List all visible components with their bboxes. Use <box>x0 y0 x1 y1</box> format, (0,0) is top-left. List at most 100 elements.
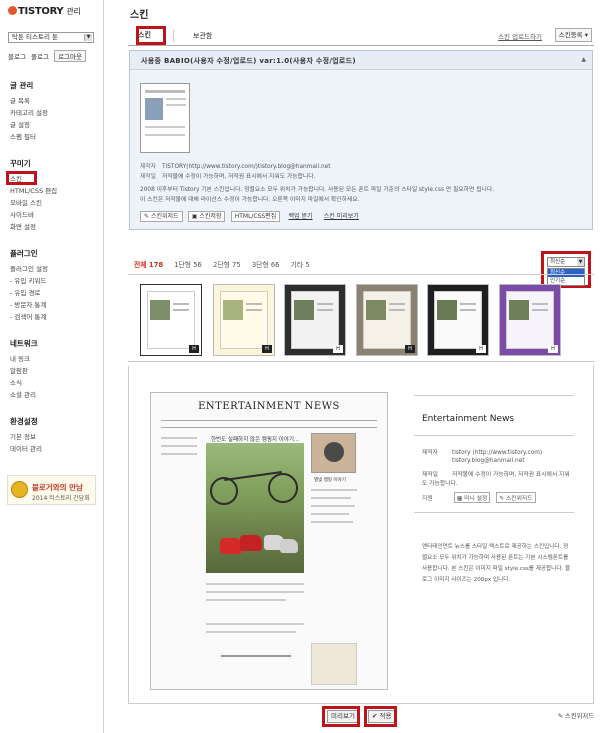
sidebar-item[interactable]: - 유입 경로 <box>10 287 48 299</box>
sidebar-item[interactable]: 소식 <box>10 377 38 389</box>
skin-preview-image: ENTERTAINMENT NEWS 한번도 실패하지 않은 캠핑지 이야기..… <box>150 392 388 690</box>
section-title: 플러그인 <box>10 249 38 258</box>
plog-link[interactable]: 플로그 <box>31 53 49 61</box>
sidebar-item[interactable]: 모바일 스킨 <box>10 197 57 209</box>
grid-icon: ▦ <box>456 496 463 502</box>
sidebar-item[interactable]: HTML/CSS 편집 <box>10 185 57 197</box>
preview-site-title: ENTERTAINMENT NEWS <box>198 401 340 412</box>
pencil-icon: ✎ <box>557 713 564 720</box>
sidebar: TISTORY 관리 탁툰 티스토리 툰 ▼ 블로그 플로그 로그아웃 글 관리 … <box>0 0 104 733</box>
skin-wizard-link[interactable]: ✎ 스킨위저드 <box>558 711 594 720</box>
creator-row: 제작자 TISTORY(http://www.tistory.com/)tisto… <box>140 164 331 170</box>
skin-tabs: 스킨 보관함 스킨 업로드하기 스킨등록 ▾ <box>128 28 594 46</box>
logout-button[interactable]: 로그아웃 <box>54 50 86 62</box>
sidebar-item[interactable]: 내 링크 <box>10 353 38 365</box>
detail-support: 지원 ▦ 미니 설정 ✎ 스킨위저드 <box>422 492 540 503</box>
event-banner[interactable]: 블로거와의 만남 2014 티스토리 간담회 <box>7 475 96 505</box>
html-badge-icon: H <box>189 345 199 353</box>
top-links: 블로그 플로그 로그아웃 <box>8 50 89 62</box>
sidebar-item[interactable]: 플러그인 설정 <box>10 263 48 275</box>
skin-preview-link[interactable]: 스킨 미리보기 <box>321 212 362 223</box>
filter-1col[interactable]: 1단형 56 <box>174 261 202 269</box>
sidebar-item[interactable]: 스팸 필터 <box>10 131 48 143</box>
skin-wizard-button[interactable]: ✎ 스킨위저드 <box>140 211 183 222</box>
sidebar-item[interactable]: - 유입 키워드 <box>10 275 48 287</box>
mini-wizard-button[interactable]: ✎ 스킨위저드 <box>496 492 536 503</box>
chevron-down-icon: ▾ <box>584 31 588 39</box>
skin-thumbnail[interactable]: H <box>499 284 561 356</box>
tab-highlight <box>136 26 166 45</box>
sidebar-item[interactable]: - 검색어 통계 <box>10 311 48 323</box>
skin-highlight <box>6 171 37 185</box>
skin-upload-link[interactable]: 스킨 업로드하기 <box>498 31 542 41</box>
blog-select[interactable]: 탁툰 티스토리 툰 ▼ <box>8 32 94 43</box>
tab-storage[interactable]: 보관함 <box>193 31 212 41</box>
skin-thumbnail[interactable]: H <box>427 284 489 356</box>
skin-save-button[interactable]: ▣ 스킨저장 <box>187 211 226 222</box>
preview-headline: 한번도 실패하지 않은 캠핑지 이야기... <box>211 437 300 443</box>
pencil-icon: ✎ <box>144 213 150 220</box>
preview-nav <box>161 420 377 428</box>
html-badge-icon: H <box>262 345 272 353</box>
preview-highlight <box>322 706 360 727</box>
skin-thumbnail[interactable]: H <box>284 284 346 356</box>
sidebar-item[interactable]: 데이터 관리 <box>10 443 42 455</box>
mini-setting-button[interactable]: ▦ 미니 설정 <box>453 492 491 503</box>
chevron-down-icon: ▼ <box>84 34 92 41</box>
preview-caption: 별빛 캠핑 이야기 <box>314 478 346 483</box>
blog-link[interactable]: 블로그 <box>8 53 26 61</box>
sidebar-section-plugins: 플러그인 플러그인 설정 - 유입 키워드 - 유입 경로 - 방문자 통계 -… <box>10 248 48 323</box>
sidebar-item[interactable]: - 방문자 통계 <box>10 299 48 311</box>
html-css-edit-button[interactable]: HTML/CSS편집 <box>230 211 281 222</box>
sort-select[interactable]: 최신순 ▼ <box>547 257 585 267</box>
detail-description: 엔터테인먼트 뉴스를 스타일 텍스트로 제공하는 스킨입니다. 정렬요소 모두 … <box>422 544 571 583</box>
skin-thumbnail[interactable]: H <box>140 284 202 356</box>
filter-etc[interactable]: 기타 5 <box>291 261 310 269</box>
sidebar-section-design: 꾸미기 스킨 HTML/CSS 편집 모바일 스킨 사이드바 화면 설정 <box>10 158 57 233</box>
section-title: 꾸미기 <box>10 159 31 168</box>
skin-description-2: 이 스킨은 저작물에 대해 라이선스 수정이 가능합니다. 오른쪽 이미지 파일… <box>140 197 360 203</box>
skin-description: 2008 이후부터 Tistory 기본 스킨입니다. 정렬요소 모두 위치가 … <box>140 187 495 193</box>
section-title: 글 관리 <box>10 81 34 90</box>
sidebar-item[interactable]: 기본 정보 <box>10 431 42 443</box>
skin-thumbnail[interactable]: H <box>356 284 418 356</box>
skin-filters: 전체 178 1단형 56 2단형 75 3단형 66 기타 5 <box>134 259 319 269</box>
apply-highlight <box>364 706 397 727</box>
detail-email: tistory.blog@hanmail.net <box>452 458 525 464</box>
sidebar-item[interactable]: 화면 설정 <box>10 221 57 233</box>
coin-icon <box>11 481 28 498</box>
preview-photo <box>206 443 304 573</box>
skin-name: Entertainment News <box>422 414 515 424</box>
sidebar-item[interactable]: 카테고리 설정 <box>10 107 48 119</box>
filter-3col[interactable]: 3단형 66 <box>252 261 280 269</box>
backup-link[interactable]: 백업 받기 <box>286 212 316 223</box>
skin-actions: ✎ 스킨위저드 ▣ 스킨저장 HTML/CSS편집 백업 받기 스킨 미리보기 <box>140 211 365 223</box>
sidebar-item[interactable]: 사이드바 <box>10 209 57 221</box>
page-title: 스킨 <box>130 10 149 21</box>
current-skin-header: 사용중 BABIO(사용자 수정/업로드) var:1.0(사용자 수정/업로드… <box>130 51 592 70</box>
tab-divider <box>173 30 174 42</box>
skin-thumbnail-list: H H H H H H <box>128 274 594 362</box>
current-skin-panel: 사용중 BABIO(사용자 수정/업로드) var:1.0(사용자 수정/업로드… <box>129 50 593 230</box>
current-skin-thumbnail <box>140 83 190 153</box>
sidebar-item[interactable]: 글 설정 <box>10 119 48 131</box>
collapse-icon[interactable]: ▲ <box>581 56 586 63</box>
tistory-logo[interactable]: TISTORY 관리 <box>8 6 81 17</box>
html-badge-icon: H <box>476 345 486 353</box>
sidebar-item[interactable]: 쇼셜 관리 <box>10 389 38 401</box>
skin-register-button[interactable]: 스킨등록 ▾ <box>554 28 592 42</box>
pencil-icon: ✎ <box>499 496 505 502</box>
filter-2col[interactable]: 2단형 75 <box>213 261 241 269</box>
save-icon: ▣ <box>191 213 198 220</box>
date-row: 제작일 저작물에 수정이 가능하며, 저작권 표시에서 지워도 가능합니다. <box>140 174 316 180</box>
section-title: 환경설정 <box>10 417 38 426</box>
section-title: 네트워크 <box>10 339 38 348</box>
sidebar-item[interactable]: 알림판 <box>10 365 38 377</box>
chevron-down-icon: ▼ <box>577 258 584 266</box>
sidebar-item[interactable]: 글 목록 <box>10 95 48 107</box>
detail-creator: 제작자 tistory (http://www.tistory.com) <box>422 450 543 456</box>
skin-thumbnail[interactable]: H <box>213 284 275 356</box>
filter-all[interactable]: 전체 178 <box>134 261 163 269</box>
html-badge-icon: H <box>333 345 343 353</box>
sidebar-section-network: 네트워크 내 링크 알림판 소식 쇼셜 관리 <box>10 338 38 401</box>
